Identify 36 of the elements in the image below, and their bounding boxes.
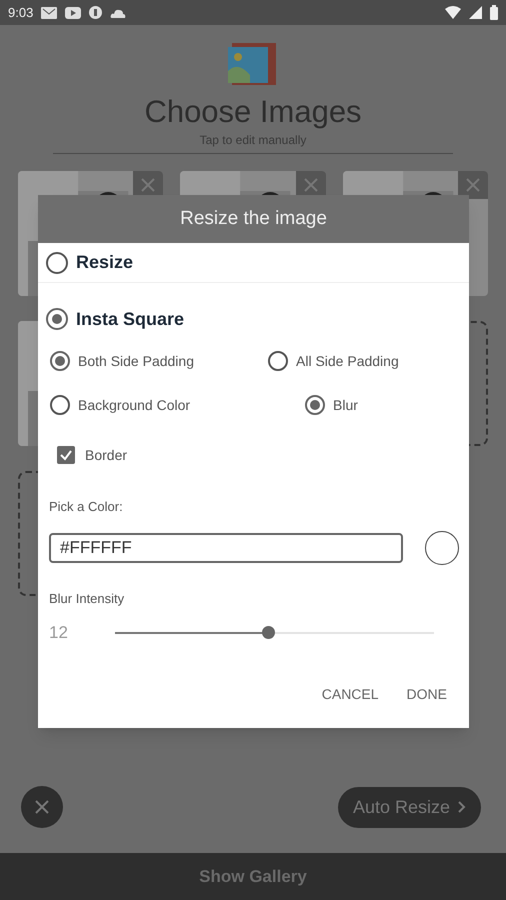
checkbox-label: Border [85,446,128,464]
battery-icon [490,5,498,20]
option-label[interactable]: Both Side Padding [78,350,194,372]
option-label[interactable]: All Side Padding [296,350,399,372]
dialog-button[interactable]: DONE [398,678,455,710]
color-swatch[interactable] [425,530,459,564]
screen-title: Choose Images [144,93,362,131]
radio-button[interactable] [46,308,68,330]
mail-icon [41,6,58,18]
cloud-icon [110,8,126,18]
radio-button[interactable] [50,395,70,415]
wifi-icon [445,6,461,19]
color-field[interactable]: #FFFFFF [49,532,403,562]
slider-label: Blur Intensity [48,590,126,608]
radio-button[interactable] [46,252,68,274]
dialog-button[interactable]: CANCEL [314,678,387,710]
checkbox[interactable] [57,446,75,464]
gallery-icon [228,41,278,87]
option-label[interactable]: Insta Square [76,306,184,332]
option-label[interactable]: Resize [76,249,134,276]
field-label: Pick a Color: [48,498,124,516]
radio-button[interactable] [50,351,70,371]
radio-button[interactable] [268,351,288,371]
radio-button[interactable] [305,395,325,415]
slider-thumb[interactable] [262,626,276,639]
close-button[interactable] [21,786,63,828]
slider-value: 12 [49,622,69,644]
option-label[interactable]: Blur [333,394,358,416]
app-icon [89,6,102,19]
option-label[interactable]: Background Color [78,394,190,416]
signal-icon [469,6,482,19]
close-icon [35,800,49,814]
chevron-right-icon [458,801,466,813]
video-icon [65,6,82,18]
dialog-title: Resize the image [180,206,327,231]
clock: 9:03 [8,4,34,22]
